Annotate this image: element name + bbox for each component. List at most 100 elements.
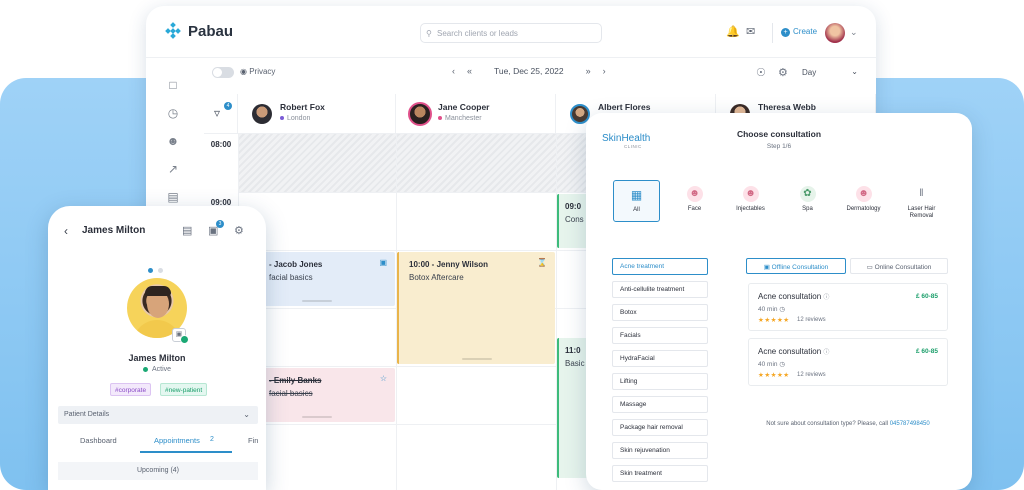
category-face[interactable]: ☻ Face [671, 180, 718, 222]
clock-icon: ◷ [779, 306, 785, 313]
dot-inactive[interactable] [158, 268, 163, 273]
tab-financial[interactable]: Fin [248, 436, 258, 445]
staff-column-robert[interactable]: Robert Fox London [238, 94, 396, 134]
tab-offline-consultation[interactable]: ▣ Offline Consultation [746, 258, 846, 274]
offer-reviews: 12 reviews [797, 372, 826, 378]
app-logo[interactable]: Pabau [164, 22, 233, 40]
category-injectables[interactable]: ☻ Injectables [727, 180, 774, 222]
category-all[interactable]: ▦ All [613, 180, 660, 222]
treatment-item[interactable]: Lifting [612, 373, 708, 390]
appointment-service: Basic [565, 359, 585, 368]
chevron-down-icon: ⌄ [243, 410, 250, 419]
view-select[interactable]: Day ⌄ [800, 65, 860, 81]
staff-name: Jane Cooper [438, 102, 490, 112]
consultation-offer[interactable]: Acne consultation ⓘ £ 60-85 40 min ◷ ★★★… [748, 283, 948, 331]
tag-new-patient[interactable]: #new-patient [160, 383, 208, 396]
mail-icon[interactable]: ✉ [746, 25, 755, 38]
gear-icon[interactable]: ⚙ [778, 66, 788, 79]
treatment-item[interactable]: Anti-cellulite treatment [612, 281, 708, 298]
dermatology-icon: ☻ [855, 186, 872, 202]
consultation-offer[interactable]: Acne consultation ⓘ £ 60-85 40 min ◷ ★★★… [748, 338, 948, 386]
staff-name: Albert Flores [598, 102, 651, 112]
treatment-item[interactable]: Massage [612, 396, 708, 413]
category-label: All [633, 207, 640, 213]
info-icon: ⓘ [823, 350, 830, 356]
chevron-left-icon[interactable]: ‹ [452, 66, 455, 76]
offer-reviews: 12 reviews [797, 317, 826, 323]
current-date[interactable]: Tue, Dec 25, 2022 [494, 66, 564, 76]
avatar [408, 102, 432, 126]
treatment-item[interactable]: HydraFacial [612, 350, 708, 367]
staff-name: Robert Fox [280, 102, 325, 112]
grid-icon: ▦ [630, 188, 643, 202]
dot-active[interactable] [148, 268, 153, 273]
tab-label: Online Consultation [874, 264, 932, 271]
carousel-dots[interactable] [148, 260, 168, 278]
tab-online-consultation[interactable]: ▭ Online Consultation [850, 258, 948, 274]
help-phone-link[interactable]: 045787498450 [890, 421, 930, 427]
mobile-title: James Milton [82, 225, 146, 236]
category-spa[interactable]: ✿ Spa [784, 180, 831, 222]
back-arrow-icon[interactable]: ‹ [64, 224, 68, 238]
upcoming-section-header[interactable]: Upcoming (4) [58, 462, 258, 480]
clipboard-icon[interactable]: ▤ [182, 224, 192, 237]
treatment-item[interactable]: Skin rejuvenation [612, 442, 708, 459]
tab-appointments[interactable]: Appointments [154, 436, 200, 445]
help-text: Not sure about consultation type? Please… [766, 421, 890, 427]
chevron-down-icon[interactable]: ⌄ [850, 27, 858, 38]
treatment-item[interactable]: Package hair removal [612, 419, 708, 436]
filter-cell[interactable]: ▿ 4 [204, 94, 238, 134]
calendar-check-icon[interactable]: ▣ [172, 328, 189, 344]
resize-handle[interactable] [462, 358, 492, 360]
clipboard-icon: ▣ [379, 258, 387, 267]
category-dermatology[interactable]: ☻ Dermatology [840, 180, 887, 222]
treatment-item[interactable]: Acne treatment [612, 258, 708, 275]
create-button[interactable]: + Create [772, 23, 817, 43]
patient-details-toggle[interactable]: Patient Details ⌄ [58, 406, 258, 424]
globe-icon[interactable]: ☉ [756, 66, 766, 79]
user-avatar[interactable] [825, 23, 845, 43]
star-icon: ☆ [379, 374, 387, 383]
offer-duration: 40 min ◷ [758, 305, 785, 313]
category-label: Laser Hair Removal [907, 206, 936, 219]
status-text: Active [151, 366, 172, 373]
appointments-count: 2 [210, 436, 214, 443]
appointment-service: Botox Aftercare [409, 273, 464, 282]
tag-corporate[interactable]: #corporate [110, 383, 152, 396]
chevron-right-icon[interactable]: › [603, 66, 606, 76]
search-input[interactable]: ⚲ Search clients or leads [420, 23, 602, 43]
appointment-service: Cons [565, 215, 584, 224]
category-label: Face [687, 206, 702, 212]
appointment-service: facial basics [269, 273, 313, 282]
reports-icon[interactable]: ↗ [166, 162, 180, 176]
double-chevron-right-icon[interactable]: » [586, 66, 591, 76]
offer-name: Acne consultation ⓘ [758, 292, 829, 301]
resize-handle[interactable] [302, 300, 332, 302]
top-bar: Pabau ⚲ Search clients or leads 🔔 ✉ + Cre… [146, 6, 876, 58]
double-chevron-left-icon[interactable]: « [467, 66, 472, 76]
book-icon[interactable]: ▤ [166, 190, 180, 204]
clients-icon[interactable]: ☻ [166, 134, 180, 148]
consultation-panel: SkinHealth CLINIC Choose consultation St… [586, 113, 972, 490]
mobile-patient-screen: ‹ James Milton ▤ ▣ 3 ⚙ ▣ James Milton Ac… [48, 206, 266, 490]
dashboard-icon[interactable]: ◷ [166, 106, 180, 120]
calendar-icon[interactable]: □ [166, 78, 180, 92]
chevron-down-icon: ⌄ [851, 67, 858, 76]
category-label: Injectables [736, 206, 765, 212]
privacy-toggle[interactable] [212, 67, 234, 78]
step-indicator: Step 1/6 [766, 143, 792, 150]
resize-handle[interactable] [302, 416, 332, 418]
treatment-item[interactable]: Facials [612, 327, 708, 344]
category-laser-hair-removal[interactable]: ‖ Laser Hair Removal [898, 180, 945, 222]
treatment-item[interactable]: Botox [612, 304, 708, 321]
appointment-jenny[interactable]: 10:00 - Jenny Wilson Botox Aftercare ⌛ [397, 252, 555, 364]
plus-icon: + [781, 28, 790, 37]
treatment-item[interactable]: Skin treatment [612, 465, 708, 482]
staff-column-jane[interactable]: Jane Cooper Manchester [396, 94, 556, 134]
app-name: Pabau [188, 22, 234, 40]
status-dot [142, 366, 148, 372]
tab-dashboard[interactable]: Dashboard [80, 436, 117, 445]
gear-icon[interactable]: ⚙ [234, 224, 244, 237]
bell-icon[interactable]: 🔔 [726, 25, 740, 38]
staff-location: Manchester [438, 115, 482, 122]
